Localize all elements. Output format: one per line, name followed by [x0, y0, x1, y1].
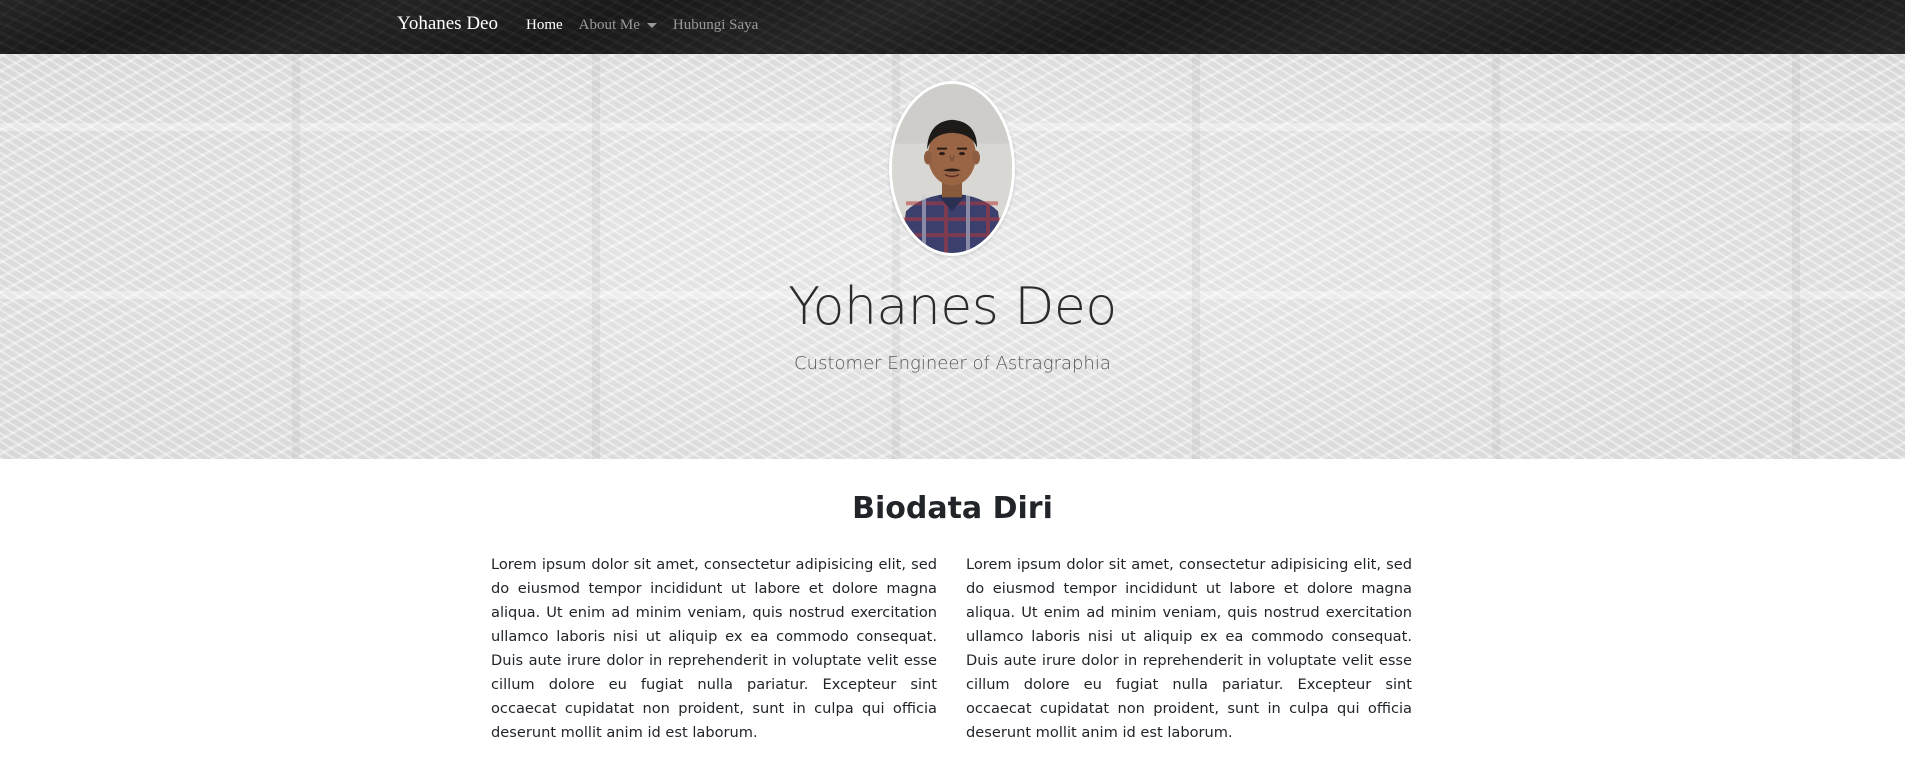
- caret-down-icon: [646, 23, 657, 28]
- nav-links: Home About Me Hubungi Saya: [526, 17, 758, 34]
- nav-link-about-me[interactable]: About Me: [579, 17, 657, 34]
- section-title: Biodata Diri: [852, 491, 1053, 526]
- biodata-paragraph-right: Lorem ipsum dolor sit amet, consectetur …: [966, 556, 1412, 741]
- navbar-brand[interactable]: Yohanes Deo: [397, 13, 498, 35]
- nav-link-hubungi-saya[interactable]: Hubungi Saya: [673, 17, 758, 34]
- nav-link-about-me-label: About Me: [578, 17, 640, 33]
- profile-photo: [889, 81, 1015, 256]
- profile-photo-illustration: [892, 84, 1012, 253]
- biodata-paragraph-left: Lorem ipsum dolor sit amet, consectetur …: [491, 556, 937, 741]
- hero-subtitle: Customer Engineer of Astragraphia: [794, 353, 1111, 374]
- nav-link-home[interactable]: Home: [526, 17, 563, 34]
- top-navbar: Yohanes Deo Home About Me Hubungi Saya: [0, 0, 1905, 54]
- hero-name: Yohanes Deo: [788, 277, 1117, 337]
